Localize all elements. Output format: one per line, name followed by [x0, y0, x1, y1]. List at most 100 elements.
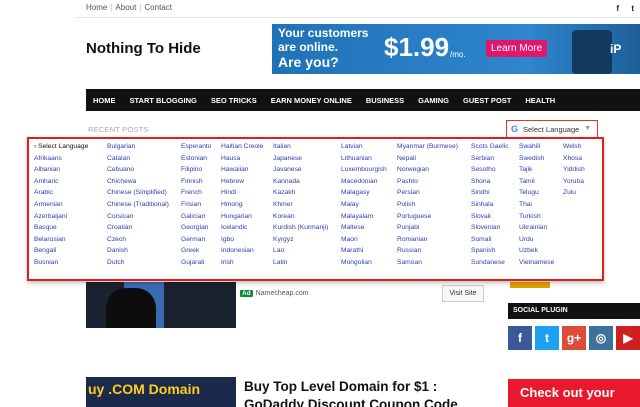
language-option-hindi[interactable]: Hindi: [221, 187, 263, 199]
language-option-lao[interactable]: Lao: [273, 245, 328, 257]
language-option-samoan[interactable]: Samoan: [397, 257, 458, 269]
language-option-catalan[interactable]: Catalan: [107, 153, 169, 165]
google-plus-icon[interactable]: g+: [562, 326, 586, 350]
language-option-dutch[interactable]: Dutch: [107, 257, 169, 269]
language-option-galician[interactable]: Galician: [181, 211, 212, 223]
language-option-amharic[interactable]: Amharic: [34, 176, 88, 188]
language-option-latvian[interactable]: Latvian: [341, 141, 387, 153]
language-option-albanian[interactable]: Albanian: [34, 164, 88, 176]
language-option-hungarian[interactable]: Hungarian: [221, 211, 263, 223]
language-option-kurdish-kurmanji[interactable]: Kurdish (Kurmanji): [273, 222, 328, 234]
site-title[interactable]: Nothing To Hide: [86, 38, 206, 59]
language-option-slovenian[interactable]: Slovenian: [471, 222, 509, 234]
language-option-finnish[interactable]: Finnish: [181, 176, 212, 188]
instagram-icon[interactable]: ◎: [589, 326, 613, 350]
youtube-icon[interactable]: ▶: [616, 326, 640, 350]
language-option-yiddish[interactable]: Yiddish: [563, 164, 585, 176]
language-option-indonesian[interactable]: Indonesian: [221, 245, 263, 257]
language-option-myanmar-burmese[interactable]: Myanmar (Burmese): [397, 141, 458, 153]
language-option-gujarati[interactable]: Gujarati: [181, 257, 212, 269]
language-option-swedish[interactable]: Swedish: [519, 153, 554, 165]
language-option-icelandic[interactable]: Icelandic: [221, 222, 263, 234]
language-option-scots-gaelic[interactable]: Scots Gaelic: [471, 141, 509, 153]
language-option-telugu[interactable]: Telugu: [519, 187, 554, 199]
facebook-icon[interactable]: f: [508, 326, 532, 350]
language-option-belarusian[interactable]: Belarusian: [34, 234, 88, 246]
language-option-hebrew[interactable]: Hebrew: [221, 176, 263, 188]
language-option-malagasy[interactable]: Malagasy: [341, 187, 387, 199]
language-option-nepali[interactable]: Nepali: [397, 153, 458, 165]
language-option-maori[interactable]: Maori: [341, 234, 387, 246]
language-option-yoruba[interactable]: Yoruba: [563, 176, 585, 188]
nav-item-home[interactable]: HOME: [86, 96, 123, 105]
twitter-icon[interactable]: t: [631, 4, 634, 13]
language-option-igbo[interactable]: Igbo: [221, 234, 263, 246]
language-option-xhosa[interactable]: Xhosa: [563, 153, 585, 165]
language-option-vietnamese[interactable]: Vietnamese: [519, 257, 554, 269]
language-option-malayalam[interactable]: Malayalam: [341, 211, 387, 223]
language-option-swahili[interactable]: Swahili: [519, 141, 554, 153]
language-option-haitian-creole[interactable]: Haitian Creole: [221, 141, 263, 153]
top-link-about[interactable]: About: [115, 3, 136, 12]
language-option-norwegian[interactable]: Norwegian: [397, 164, 458, 176]
language-option-polish[interactable]: Polish: [397, 199, 458, 211]
language-option-urdu[interactable]: Urdu: [519, 234, 554, 246]
language-option-javanese[interactable]: Javanese: [273, 164, 328, 176]
domain-post-thumbnail[interactable]: uy .COM Domain: [86, 377, 236, 407]
ad-url[interactable]: Ad Namecheap.com: [240, 290, 309, 297]
banner-ad[interactable]: Your customers are online. Are you? $1.9…: [272, 24, 640, 74]
language-option-uzbek[interactable]: Uzbek: [519, 245, 554, 257]
nav-item-guest-post[interactable]: GUEST POST: [456, 96, 518, 105]
language-option-latin[interactable]: Latin: [273, 257, 328, 269]
language-option-esperanto[interactable]: Esperanto: [181, 141, 212, 153]
language-option-italian[interactable]: Italian: [273, 141, 328, 153]
language-option-chichewa[interactable]: Chichewa: [107, 176, 169, 188]
language-option-hausa[interactable]: Hausa: [221, 153, 263, 165]
language-option-pashto[interactable]: Pashto: [397, 176, 458, 188]
language-option-mongolian[interactable]: Mongolian: [341, 257, 387, 269]
language-option-thai[interactable]: Thai: [519, 199, 554, 211]
twitter-icon[interactable]: t: [535, 326, 559, 350]
language-option-cebuano[interactable]: Cebuano: [107, 164, 169, 176]
language-option-kyrgyz[interactable]: Kyrgyz: [273, 234, 328, 246]
language-option-sesotho[interactable]: Sesotho: [471, 164, 509, 176]
language-option-kannada[interactable]: Kannada: [273, 176, 328, 188]
language-option-zulu[interactable]: Zulu: [563, 187, 585, 199]
post-thumbnail[interactable]: [86, 282, 236, 328]
language-option-malay[interactable]: Malay: [341, 199, 387, 211]
language-option-portuguese[interactable]: Portuguese: [397, 211, 458, 223]
language-option-arabic[interactable]: Arabic: [34, 187, 88, 199]
language-option-bengali[interactable]: Bengali: [34, 245, 88, 257]
language-option-hawaiian[interactable]: Hawaiian: [221, 164, 263, 176]
nav-item-health[interactable]: HEALTH: [518, 96, 562, 105]
language-option-shona[interactable]: Shona: [471, 176, 509, 188]
language-option-greek[interactable]: Greek: [181, 245, 212, 257]
language-option-chinese-simplified[interactable]: Chinese (Simplified): [107, 187, 169, 199]
language-option-basque[interactable]: Basque: [34, 222, 88, 234]
translate-select[interactable]: G Select Language ▼: [506, 120, 598, 138]
nav-item-business[interactable]: BUSINESS: [359, 96, 411, 105]
language-option-afrikaans[interactable]: Afrikaans: [34, 153, 88, 165]
language-option-german[interactable]: German: [181, 234, 212, 246]
nav-item-start-blogging[interactable]: START BLOGGING: [123, 96, 204, 105]
language-option-khmer[interactable]: Khmer: [273, 199, 328, 211]
language-option-somali[interactable]: Somali: [471, 234, 509, 246]
language-option-macedonian[interactable]: Macedonian: [341, 176, 387, 188]
checkout-ad[interactable]: Check out your: [508, 379, 640, 407]
language-option-chinese-traditional[interactable]: Chinese (Traditional): [107, 199, 169, 211]
language-option-tajik[interactable]: Tajik: [519, 164, 554, 176]
language-option-armenian[interactable]: Armenian: [34, 199, 88, 211]
language-option-russian[interactable]: Russian: [397, 245, 458, 257]
language-option-japanese[interactable]: Japanese: [273, 153, 328, 165]
language-option-spanish[interactable]: Spanish: [471, 245, 509, 257]
language-option-azerbaijani[interactable]: Azerbaijani: [34, 211, 88, 223]
language-option-georgian[interactable]: Georgian: [181, 222, 212, 234]
facebook-icon[interactable]: f: [616, 4, 619, 13]
nav-item-earn-money-online[interactable]: EARN MONEY ONLINE: [264, 96, 359, 105]
language-option-hmong[interactable]: Hmong: [221, 199, 263, 211]
language-option-filipino[interactable]: Filipino: [181, 164, 212, 176]
language-option-sinhala[interactable]: Sinhala: [471, 199, 509, 211]
nav-item-gaming[interactable]: GAMING: [411, 96, 456, 105]
language-option-serbian[interactable]: Serbian: [471, 153, 509, 165]
language-option-persian[interactable]: Persian: [397, 187, 458, 199]
